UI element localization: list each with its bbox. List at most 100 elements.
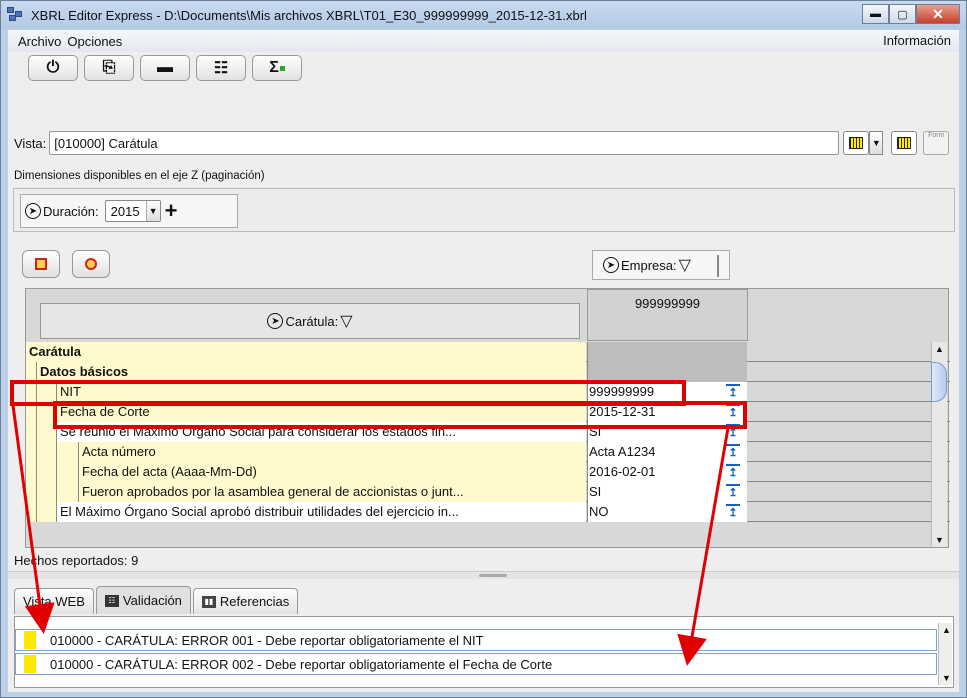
sigma-button[interactable]: Σ: [252, 55, 302, 81]
row-header-area: ➤ Carátula: ▽: [26, 289, 586, 341]
sigma-icon: Σ: [269, 59, 279, 76]
chevron-right-icon: ➤: [603, 257, 619, 273]
table-view-icon[interactable]: [891, 131, 918, 155]
form-list-button[interactable]: ☷: [196, 55, 246, 81]
tab-validacion[interactable]: ☷ Validación: [95, 586, 191, 614]
menu-archivo[interactable]: Archivo: [18, 34, 61, 49]
add-dimension-button[interactable]: +: [165, 200, 178, 222]
table-actions: [22, 250, 110, 278]
table-row[interactable]: Carátula: [26, 342, 950, 362]
table-row[interactable]: NIT 999999999 ↥: [26, 382, 950, 402]
menu-informacion[interactable]: Información: [883, 33, 951, 48]
chevron-down-icon: ▼: [145, 201, 160, 221]
reference-arrow-icon[interactable]: ↥: [726, 444, 740, 460]
table-row[interactable]: Fueron aprobados por la asamblea general…: [26, 482, 950, 502]
table-row[interactable]: Fecha del acta (Aaaa-Mm-Dd) 2016-02-01 ↥: [26, 462, 950, 482]
hechos-count: Hechos reportados: 9: [14, 553, 139, 568]
indent-guide: [56, 442, 78, 462]
column-header-empresa: 999999999: [587, 289, 748, 341]
indent-guide: [26, 382, 36, 402]
table-scrollbar[interactable]: ▲ ▼: [931, 342, 947, 547]
year-select[interactable]: 2015 ▼: [104, 200, 161, 222]
empresa-label: Empresa:: [621, 257, 677, 273]
validation-message[interactable]: 010000 - CARÁTULA: ERROR 002 - Debe repo…: [15, 653, 937, 675]
menu-bar: Archivo Opciones Información: [8, 30, 959, 52]
row-value[interactable]: 2016-02-01: [587, 462, 747, 482]
row-value[interactable]: SI: [587, 482, 747, 502]
indent-guide: [26, 362, 36, 382]
row-value[interactable]: 999999999: [587, 382, 747, 402]
form-view-icon[interactable]: Form: [923, 131, 950, 155]
duracion-dimension: ➤ Duración: 2015 ▼ +: [20, 194, 238, 228]
filter-icon[interactable]: ▽: [340, 311, 352, 331]
vista-row: Vista: [010000] Carátula ▼ Form: [8, 128, 959, 158]
scroll-up-icon[interactable]: ▲: [935, 344, 944, 354]
refresh-table-button[interactable]: [72, 250, 110, 278]
table-row[interactable]: El Máximo Órgano Social aprobó distribui…: [26, 502, 950, 522]
reference-arrow-icon[interactable]: ↥: [726, 404, 740, 420]
row-value[interactable]: SI: [587, 422, 747, 442]
table-row[interactable]: Fecha de Corte 2015-12-31 ↥: [26, 402, 950, 422]
messages-scrollbar[interactable]: ▲ ▼: [938, 623, 952, 685]
power-button[interactable]: ⏻: [28, 55, 78, 81]
caratula-row-dimension[interactable]: ➤ Carátula: ▽: [40, 303, 580, 339]
row-label: Carátula: [26, 342, 586, 362]
table-row[interactable]: Se reunió el Máximo Organo Social para c…: [26, 422, 950, 442]
reference-arrow-icon[interactable]: ↥: [726, 464, 740, 480]
row-value: [587, 342, 747, 362]
indent-guide: [36, 442, 56, 462]
panel-splitter[interactable]: [8, 571, 959, 579]
vista-label: Vista:: [14, 135, 47, 151]
vista-value: [010000] Carátula: [54, 135, 158, 151]
indent-guide: [36, 462, 56, 482]
stamp-button[interactable]: ▬: [140, 55, 190, 81]
scroll-down-icon[interactable]: ▼: [935, 535, 944, 545]
table-rows: Carátula Datos básicos NIT 999999999 ↥ Fecha …: [26, 342, 950, 522]
reference-arrow-icon[interactable]: ↥: [726, 504, 740, 520]
export-icon: ⎘: [102, 59, 116, 76]
empresa-dimension[interactable]: ➤ Empresa: ▽: [592, 250, 730, 280]
indent-guide: [26, 442, 36, 462]
validation-icon: ☷: [104, 594, 119, 607]
reference-arrow-icon[interactable]: ↥: [726, 484, 740, 500]
vista-dropdown-button[interactable]: ▼: [869, 131, 884, 155]
close-button[interactable]: ✕: [916, 4, 960, 24]
validation-message[interactable]: 010000 - CARÁTULA: ERROR 001 - Debe repo…: [15, 629, 937, 651]
indent-guide: [26, 402, 36, 422]
z-axis-panel: ➤ Duración: 2015 ▼ +: [13, 188, 955, 232]
title-bar: XBRL Editor Express - D:\Documents\Mis a…: [1, 1, 966, 29]
export-button[interactable]: ⎘: [84, 55, 134, 81]
row-value[interactable]: Acta A1234: [587, 442, 747, 462]
table-row[interactable]: Datos básicos: [26, 362, 950, 382]
tab-vista-web[interactable]: Vista WEB: [14, 588, 94, 614]
client-area: Archivo Opciones Información ⏻ ⎘ ▬ ☷ Σ V…: [8, 30, 959, 692]
tab-referencias[interactable]: ▮▮ Referencias: [192, 588, 299, 614]
grid-view-icon[interactable]: [843, 131, 870, 155]
row-label: Fecha de Corte: [56, 402, 586, 422]
edit-table-button[interactable]: [22, 250, 60, 278]
row-label: Se reunió el Máximo Organo Social para c…: [56, 422, 586, 442]
vista-select[interactable]: [010000] Carátula: [49, 131, 840, 155]
column-header-label: 999999999: [634, 296, 701, 311]
indent-guide: [26, 482, 36, 502]
filter-icon[interactable]: ▽: [679, 255, 691, 275]
row-value[interactable]: 2015-12-31: [587, 402, 747, 422]
form-list-icon: ☷: [213, 60, 229, 77]
table-row[interactable]: Acta número Acta A1234 ↥: [26, 442, 950, 462]
error-flag-icon: [24, 655, 36, 673]
reference-arrow-icon[interactable]: ↥: [726, 424, 740, 440]
maximize-button[interactable]: ▢: [889, 4, 916, 24]
row-value[interactable]: NO: [587, 502, 747, 522]
window-title: XBRL Editor Express - D:\Documents\Mis a…: [31, 7, 587, 23]
validation-messages: 010000 - CARÁTULA: ERROR 001 - Debe repo…: [14, 616, 954, 688]
menu-opciones[interactable]: Opciones: [67, 34, 122, 49]
minimize-button[interactable]: ▬: [862, 4, 889, 24]
scroll-thumb[interactable]: [931, 362, 947, 402]
dimensions-label: Dimensiones disponibles en el eje Z (pag…: [14, 170, 265, 182]
indent-guide: [56, 482, 78, 502]
chevron-right-icon[interactable]: ➤: [25, 203, 41, 219]
row-label: El Máximo Órgano Social aprobó distribui…: [56, 502, 586, 522]
indent-guide: [36, 502, 56, 522]
reference-arrow-icon[interactable]: ↥: [726, 384, 740, 400]
app-window: XBRL Editor Express - D:\Documents\Mis a…: [0, 0, 967, 698]
